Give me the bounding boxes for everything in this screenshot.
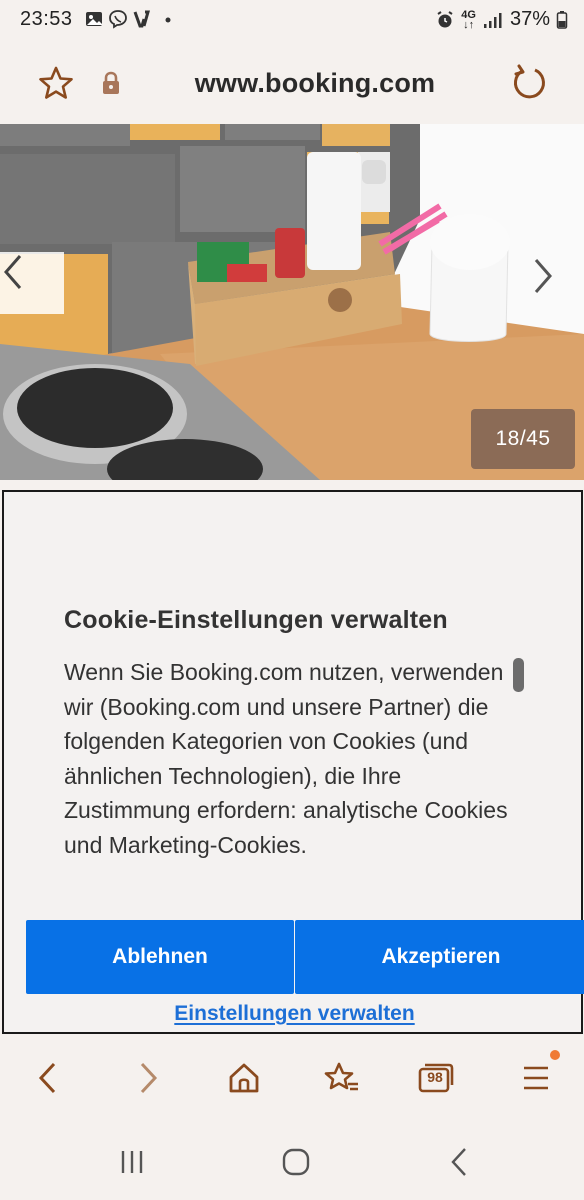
manage-settings-link[interactable]: Einstellungen verwalten [4, 1002, 584, 1026]
cookie-body: Wenn Sie Booking.com nutzen, verwenden w… [64, 659, 508, 858]
dot-icon [165, 17, 171, 23]
forward-button[interactable] [126, 1056, 170, 1100]
system-nav-bar [0, 1120, 584, 1200]
bookmarks-icon [324, 1062, 358, 1091]
gallery-icon [86, 12, 102, 26]
scrollbar-thumb[interactable] [513, 658, 524, 692]
recents-button[interactable] [112, 1142, 152, 1182]
viber-icon [109, 10, 127, 29]
forward-arrow-icon [140, 1062, 158, 1094]
back-system-button[interactable] [440, 1142, 480, 1182]
home-system-icon [282, 1148, 310, 1176]
photo-counter: 18/45 [471, 409, 575, 469]
signal-icon [483, 12, 502, 28]
chevron-left-icon [4, 255, 22, 289]
home-button[interactable] [222, 1056, 266, 1100]
network-type: 4G ↓↑ [461, 8, 476, 31]
tabs-button[interactable]: 98 [414, 1056, 458, 1100]
browser-nav-bar: 98 [0, 1040, 584, 1116]
cookie-title: Cookie-Einstellungen verwalten [64, 606, 448, 634]
alarm-icon [437, 10, 453, 27]
cookie-dialog: Cookie-Einstellungen verwalten Wenn Sie … [2, 490, 584, 1034]
lock-icon[interactable] [100, 70, 122, 96]
tabs-count: 98 [427, 1069, 443, 1085]
battery-icon [556, 10, 568, 29]
recents-icon [121, 1151, 143, 1173]
previous-photo-button[interactable] [0, 252, 64, 314]
menu-notification-badge [550, 1050, 560, 1060]
next-photo-button[interactable] [530, 256, 580, 316]
back-system-icon [451, 1148, 466, 1176]
v-app-icon [133, 10, 150, 28]
status-time: 23:53 [20, 8, 73, 30]
status-right: 4G ↓↑ 37% [435, 8, 568, 31]
chevron-right-icon [534, 259, 552, 293]
screen: 23:53 4G ↓↑ 37% www.booking.com 18/45 Co… [0, 0, 584, 1200]
menu-icon [524, 1066, 548, 1090]
back-arrow-icon [38, 1062, 56, 1094]
back-button[interactable] [26, 1056, 70, 1100]
url-text[interactable]: www.booking.com [150, 68, 480, 99]
reject-button[interactable]: Ablehnen [26, 920, 294, 994]
reload-icon[interactable] [508, 62, 550, 104]
url-bar: www.booking.com [0, 42, 584, 124]
menu-button[interactable] [514, 1056, 558, 1100]
bookmarks-button[interactable] [320, 1056, 364, 1100]
property-photo[interactable]: 18/45 [0, 124, 584, 480]
status-icons [84, 9, 176, 29]
status-bar: 23:53 4G ↓↑ 37% [0, 0, 584, 42]
battery-percent: 37% [509, 8, 550, 30]
home-system-button[interactable] [276, 1142, 316, 1182]
home-icon [229, 1063, 259, 1093]
bookmark-star-icon[interactable] [36, 64, 76, 104]
accept-button[interactable]: Akzeptieren [295, 920, 584, 994]
